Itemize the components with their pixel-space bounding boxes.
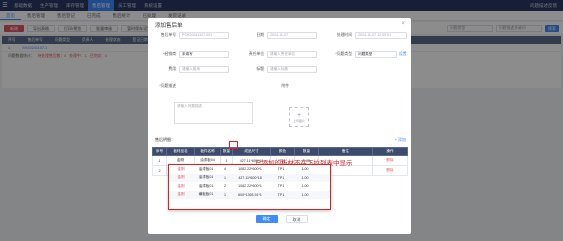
- cell: 1082.22*600*1: [238, 167, 262, 172]
- cell: 1: [224, 175, 226, 180]
- dept-input[interactable]: 请输入责任单位: [267, 51, 317, 58]
- field-label: 售后单号: [160, 33, 176, 37]
- close-icon[interactable]: ×: [401, 21, 405, 27]
- field-label: 标题: [256, 67, 264, 71]
- cell: 金刚: [177, 192, 185, 197]
- order-number-input[interactable]: PSH20241107-001: [179, 32, 229, 39]
- cell: TP1: [277, 184, 285, 189]
- dropdown-item[interactable]: 金刚 油漆板01 2 1082.22*600*1 TP1 1.00: [169, 182, 330, 191]
- cell: 2: [152, 165, 167, 176]
- cell: 金刚: [177, 183, 185, 188]
- cell: 1.00: [301, 184, 309, 189]
- cell: 金刚: [177, 166, 185, 171]
- detail-section-label: 售后明细：: [155, 137, 175, 142]
- cell: 油漆板01: [198, 166, 214, 171]
- delete-button[interactable]: 删除: [386, 158, 393, 162]
- dropdown-item[interactable]: 金刚 油漆板01 4 1082.22*600*1 TP1 1.00: [169, 165, 330, 174]
- cell: 600*1365.91*1: [238, 192, 262, 197]
- cell: 1082.22*600*1: [238, 184, 262, 189]
- column-header: 序号: [152, 147, 167, 156]
- cell: 1: [152, 155, 167, 166]
- column-header: 备注: [318, 147, 373, 156]
- dropdown-item[interactable]: 金刚 油漆板01 1 427.11*600*18 TP1 1.00: [169, 173, 330, 182]
- cell: TP1: [277, 167, 285, 172]
- title-input[interactable]: 请输入标题: [267, 66, 317, 73]
- dialog-title: 添加售后单: [155, 22, 183, 29]
- cell: 4: [224, 167, 226, 172]
- cell: 1.00: [301, 167, 309, 172]
- field-label: 费用: [168, 67, 176, 71]
- cell: 1.00: [301, 192, 309, 197]
- cell: 油漆板01: [198, 175, 214, 180]
- upload-image-button[interactable]: + 上传图片: [289, 107, 309, 127]
- column-header: 操作: [372, 147, 408, 156]
- column-header: 成品尺寸: [232, 147, 271, 156]
- issue-type-select[interactable]: 问题类型: [355, 51, 397, 58]
- cost-input[interactable]: 请输入费用: [179, 66, 229, 73]
- field-label: *问题描述: [159, 84, 176, 88]
- dialog-footer: 确定 取消: [0, 215, 563, 223]
- dealer-input[interactable]: 未填写: [179, 51, 229, 58]
- delete-cell: 删除: [372, 155, 408, 166]
- field-label: *问题类型: [335, 52, 352, 56]
- settings-link[interactable]: 设置: [399, 52, 407, 57]
- upload-label: 上传图片: [292, 118, 305, 123]
- column-header: 数量: [294, 147, 319, 156]
- cell: 427.11*600*18: [238, 175, 262, 180]
- date-input[interactable]: 2024-11-07: [267, 32, 317, 39]
- cell: 横板板01: [198, 192, 214, 197]
- field-label: 责任单位: [248, 52, 264, 56]
- cell: TP1: [277, 192, 285, 197]
- table-header-row: 序号 板材品名 板件名称 数量 成品尺寸 颜色 数量 备注 操作: [152, 147, 408, 156]
- field-label: 处理时间: [336, 33, 352, 37]
- cell: 1.00: [301, 175, 309, 180]
- cell: 1: [224, 192, 226, 197]
- delete-button[interactable]: 删除: [386, 168, 393, 172]
- add-detail-link[interactable]: + 添加: [395, 137, 406, 143]
- field-label: 附件: [281, 84, 289, 88]
- handle-time-input[interactable]: 2024-11-07 12:00:01: [355, 32, 407, 39]
- field-label: *经销商: [163, 52, 176, 56]
- cell: 金刚: [177, 175, 185, 180]
- plus-icon: +: [296, 111, 302, 119]
- delete-cell: 删除: [372, 165, 408, 176]
- column-header: 颜色: [270, 147, 295, 156]
- dropdown-item[interactable]: 金刚 横板板01 1 600*1365.91*1 TP1 1.00: [169, 190, 330, 199]
- highlight-box: [229, 141, 238, 149]
- description-textarea[interactable]: 请输入问题描述: [174, 102, 253, 124]
- cancel-button[interactable]: 取消: [285, 215, 308, 223]
- cell: 2: [224, 184, 226, 189]
- column-header: 板件名称: [194, 147, 221, 156]
- column-header: 板材品名: [166, 147, 195, 156]
- confirm-button[interactable]: 确定: [255, 215, 278, 223]
- field-label: 日期: [256, 33, 264, 37]
- cell: 油漆板01: [198, 183, 214, 188]
- board-dropdown-list: 金刚 油漆板01 4 1082.22*600*1 TP1 1.00 金刚 油漆板…: [168, 164, 331, 210]
- cell: TP1: [277, 175, 285, 180]
